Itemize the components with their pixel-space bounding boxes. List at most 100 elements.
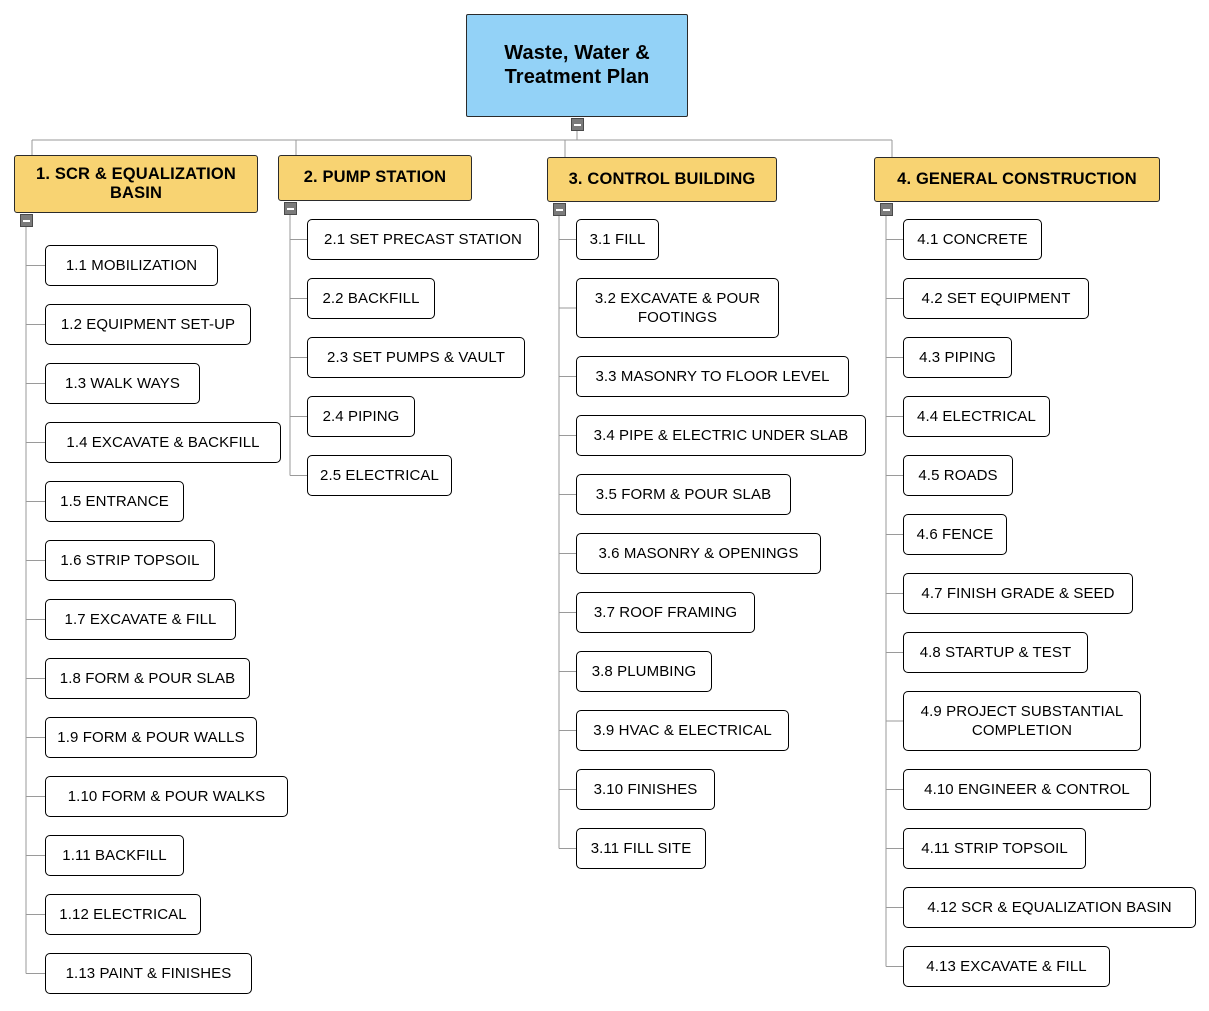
task-node-label: 3.8 PLUMBING [591, 662, 697, 680]
task-node-label: 4.4 ELECTRICAL [917, 407, 1036, 425]
phase-node-label: 4. GENERAL CONSTRUCTION [897, 170, 1137, 189]
task-node-label: 3.11 FILL SITE [590, 839, 692, 857]
task-node-4.5[interactable]: 4.5 ROADS [903, 455, 1013, 496]
task-node-label: 1.13 PAINT & FINISHES [65, 964, 232, 982]
task-node-4.7[interactable]: 4.7 FINISH GRADE & SEED [903, 573, 1133, 614]
task-node-1.4[interactable]: 1.4 EXCAVATE & BACKFILL [45, 422, 281, 463]
task-node-label: 2.4 PIPING [322, 407, 400, 425]
task-node-3.7[interactable]: 3.7 ROOF FRAMING [576, 592, 755, 633]
phase-node-1[interactable]: 1. SCR & EQUALIZATION BASIN [14, 155, 258, 213]
task-node-2.4[interactable]: 2.4 PIPING [307, 396, 415, 437]
phase-node-3[interactable]: 3. CONTROL BUILDING [547, 157, 777, 202]
task-label-line1: 3.2 EXCAVATE & POUR [594, 289, 761, 307]
task-node-3.5[interactable]: 3.5 FORM & POUR SLAB [576, 474, 791, 515]
task-node-1.5[interactable]: 1.5 ENTRANCE [45, 481, 184, 522]
task-node-2.2[interactable]: 2.2 BACKFILL [307, 278, 435, 319]
task-node-label: 4.1 CONCRETE [917, 230, 1028, 248]
phase-node-label: 3. CONTROL BUILDING [569, 170, 756, 189]
task-node-4.10[interactable]: 4.10 ENGINEER & CONTROL [903, 769, 1151, 810]
task-node-3.6[interactable]: 3.6 MASONRY & OPENINGS [576, 533, 821, 574]
task-node-label: 3.9 HVAC & ELECTRICAL [593, 721, 772, 739]
task-node-1.11[interactable]: 1.11 BACKFILL [45, 835, 184, 876]
phase-label-line1: 3. CONTROL BUILDING [568, 169, 756, 188]
task-node-3.11[interactable]: 3.11 FILL SITE [576, 828, 706, 869]
task-node-4.8[interactable]: 4.8 STARTUP & TEST [903, 632, 1088, 673]
task-node-4.1[interactable]: 4.1 CONCRETE [903, 219, 1042, 260]
task-node-label: 1.8 FORM & POUR SLAB [59, 669, 236, 687]
phase-node-2[interactable]: 2. PUMP STATION [278, 155, 472, 201]
task-node-1.3[interactable]: 1.3 WALK WAYS [45, 363, 200, 404]
task-node-1.6[interactable]: 1.6 STRIP TOPSOIL [45, 540, 215, 581]
task-node-label: 4.11 STRIP TOPSOIL [921, 839, 1068, 857]
task-node-label: 1.11 BACKFILL [62, 846, 167, 864]
task-node-1.10[interactable]: 1.10 FORM & POUR WALKS [45, 776, 288, 817]
task-node-1.2[interactable]: 1.2 EQUIPMENT SET-UP [45, 304, 251, 345]
task-node-label: 2.2 BACKFILL [322, 289, 420, 307]
task-node-4.13[interactable]: 4.13 EXCAVATE & FILL [903, 946, 1110, 987]
task-node-label: 3.5 FORM & POUR SLAB [595, 485, 772, 503]
task-node-label: 3.6 MASONRY & OPENINGS [598, 544, 799, 562]
task-node-3.2[interactable]: 3.2 EXCAVATE & POUR FOOTINGS [576, 278, 779, 338]
root-label-line2: Treatment Plan [504, 65, 650, 88]
task-node-label: 4.2 SET EQUIPMENT [921, 289, 1071, 307]
task-node-3.8[interactable]: 3.8 PLUMBING [576, 651, 712, 692]
task-node-1.7[interactable]: 1.7 EXCAVATE & FILL [45, 599, 236, 640]
task-node-label: 4.5 ROADS [918, 466, 998, 484]
phase-2-collapse-toggle-icon[interactable] [284, 202, 297, 215]
phase-3-collapse-toggle-icon[interactable] [553, 203, 566, 216]
task-node-2.3[interactable]: 2.3 SET PUMPS & VAULT [307, 337, 525, 378]
task-node-3.10[interactable]: 3.10 FINISHES [576, 769, 715, 810]
task-node-label: 1.4 EXCAVATE & BACKFILL [66, 433, 260, 451]
task-node-4.9[interactable]: 4.9 PROJECT SUBSTANTIAL COMPLETION [903, 691, 1141, 751]
task-node-label: 1.3 WALK WAYS [65, 374, 180, 392]
task-node-2.1[interactable]: 2.1 SET PRECAST STATION [307, 219, 539, 260]
root-collapse-toggle-icon[interactable] [571, 118, 584, 131]
minus-icon [23, 219, 30, 222]
task-node-4.6[interactable]: 4.6 FENCE [903, 514, 1007, 555]
task-node-label: 1.5 ENTRANCE [60, 492, 169, 510]
phase-label-line2: BASIN [109, 184, 163, 202]
task-node-label: 3.10 FINISHES [593, 780, 698, 798]
task-node-1.8[interactable]: 1.8 FORM & POUR SLAB [45, 658, 250, 699]
task-node-1.12[interactable]: 1.12 ELECTRICAL [45, 894, 201, 935]
task-node-label: 4.8 STARTUP & TEST [919, 643, 1072, 661]
root-node-label: Waste, Water & Treatment Plan [504, 42, 650, 89]
root-node[interactable]: Waste, Water & Treatment Plan [466, 14, 688, 117]
task-node-4.4[interactable]: 4.4 ELECTRICAL [903, 396, 1050, 437]
task-node-label: 4.12 SCR & EQUALIZATION BASIN [927, 898, 1172, 916]
task-node-label: 4.13 EXCAVATE & FILL [926, 957, 1087, 975]
task-node-4.11[interactable]: 4.11 STRIP TOPSOIL [903, 828, 1086, 869]
task-node-label: 2.1 SET PRECAST STATION [324, 230, 522, 248]
minus-icon [574, 123, 581, 126]
task-node-3.3[interactable]: 3.3 MASONRY TO FLOOR LEVEL [576, 356, 849, 397]
task-node-3.4[interactable]: 3.4 PIPE & ELECTRIC UNDER SLAB [576, 415, 866, 456]
task-node-label: 1.2 EQUIPMENT SET-UP [60, 315, 236, 333]
task-node-4.3[interactable]: 4.3 PIPING [903, 337, 1012, 378]
phase-node-4[interactable]: 4. GENERAL CONSTRUCTION [874, 157, 1160, 202]
phase-node-label: 2. PUMP STATION [304, 168, 447, 187]
task-node-label: 3.7 ROOF FRAMING [593, 603, 738, 621]
task-node-1.9[interactable]: 1.9 FORM & POUR WALLS [45, 717, 257, 758]
phase-label-line1: 4. GENERAL CONSTRUCTION [897, 169, 1137, 188]
task-node-1.13[interactable]: 1.13 PAINT & FINISHES [45, 953, 252, 994]
task-node-2.5[interactable]: 2.5 ELECTRICAL [307, 455, 452, 496]
task-node-4.2[interactable]: 4.2 SET EQUIPMENT [903, 278, 1089, 319]
task-node-1.1[interactable]: 1.1 MOBILIZATION [45, 245, 218, 286]
task-node-4.12[interactable]: 4.12 SCR & EQUALIZATION BASIN [903, 887, 1196, 928]
phase-4-collapse-toggle-icon[interactable] [880, 203, 893, 216]
minus-icon [556, 208, 563, 211]
task-label-line1: 4.9 PROJECT SUBSTANTIAL [920, 702, 1124, 720]
task-node-3.1[interactable]: 3.1 FILL [576, 219, 659, 260]
task-node-label: 1.9 FORM & POUR WALLS [57, 728, 245, 746]
root-label-line1: Waste, Water & [504, 41, 650, 64]
task-node-label: 4.10 ENGINEER & CONTROL [924, 780, 1130, 798]
minus-icon [287, 207, 294, 210]
task-node-label: 4.6 FENCE [916, 525, 994, 543]
task-node-label: 1.7 EXCAVATE & FILL [64, 610, 217, 628]
phase-1-collapse-toggle-icon[interactable] [20, 214, 33, 227]
task-node-3.9[interactable]: 3.9 HVAC & ELECTRICAL [576, 710, 789, 751]
phase-node-label: 1. SCR & EQUALIZATION BASIN [36, 165, 236, 204]
task-node-label: 2.3 SET PUMPS & VAULT [327, 348, 505, 366]
task-node-label: 2.5 ELECTRICAL [320, 466, 439, 484]
task-node-label: 4.3 PIPING [919, 348, 996, 366]
